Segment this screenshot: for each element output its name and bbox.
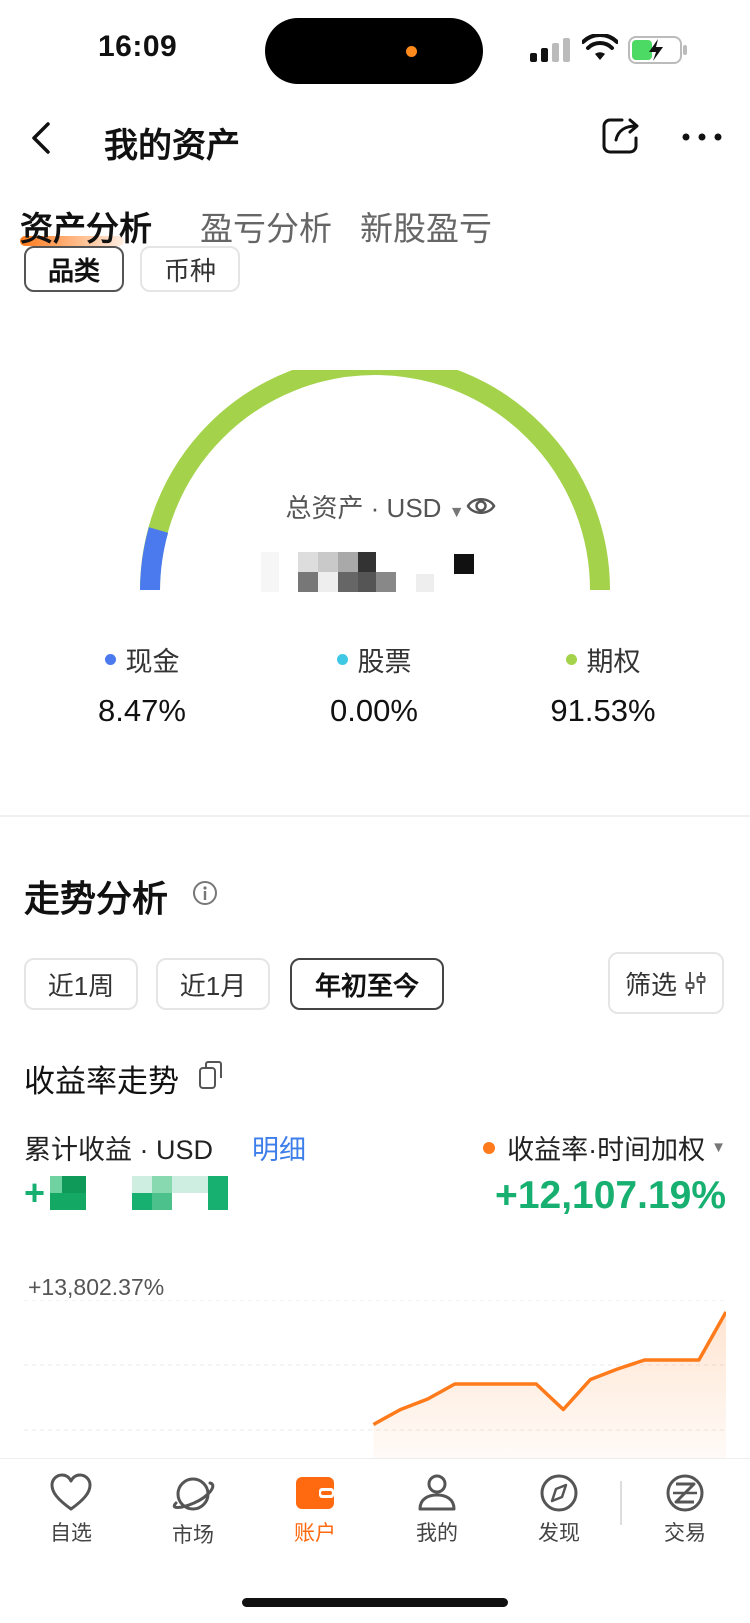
filter-sliders-icon: [685, 972, 706, 994]
copy-icon[interactable]: [198, 1060, 224, 1090]
range-1-week[interactable]: 近1周: [24, 958, 138, 1010]
series-dot: [483, 1141, 496, 1154]
status-time: 16:09: [98, 30, 178, 63]
return-trend-title: 收益率走势: [24, 1064, 179, 1099]
stocks-dot: [336, 654, 348, 665]
dynamic-island: [265, 18, 483, 84]
gauge-cash-arc: [140, 527, 169, 591]
detail-link[interactable]: 明细: [252, 1128, 306, 1167]
range-1-month[interactable]: 近1月: [156, 958, 270, 1010]
recording-indicator: [406, 46, 417, 57]
signal-icon: [530, 38, 570, 62]
masked-total-value: [261, 552, 474, 592]
planet-icon: [172, 1477, 215, 1511]
analysis-tabs: 资产分析 盈亏分析 新股盈亏: [0, 190, 750, 250]
return-trend-chart[interactable]: [24, 1300, 726, 1460]
page-title: 我的资产: [104, 127, 240, 165]
return-rate-value: +12,107.19%: [495, 1174, 726, 1217]
options-dot: [565, 654, 577, 665]
tab-separator: [620, 1481, 622, 1525]
home-indicator: [242, 1598, 508, 1607]
tab-trade[interactable]: 交易: [630, 1473, 740, 1547]
back-icon[interactable]: [22, 114, 62, 162]
filter-button[interactable]: 筛选: [608, 952, 724, 1014]
compass-icon: [540, 1474, 578, 1512]
chart-y-max-label: +13,802.37%: [28, 1274, 165, 1300]
cum-sign: +: [24, 1172, 46, 1213]
share-icon[interactable]: [600, 114, 642, 156]
tab-me[interactable]: 我的: [382, 1473, 492, 1547]
eye-icon[interactable]: [466, 494, 496, 518]
wifi-icon: [582, 34, 618, 60]
segment-category[interactable]: 品类: [24, 246, 124, 292]
tab-discover[interactable]: 发现: [504, 1473, 614, 1547]
masked-value-pixels: [50, 1176, 228, 1210]
battery-charging-icon: [628, 36, 687, 64]
wallet-icon: [296, 1477, 334, 1509]
tab-watchlist[interactable]: 自选: [16, 1473, 126, 1547]
tab-asset-analysis[interactable]: 资产分析: [20, 202, 152, 250]
heart-icon: [50, 1473, 92, 1511]
person-icon: [418, 1474, 456, 1511]
status-bar: 16:09: [0, 0, 750, 100]
legend-stocks: 股票 0.00%: [330, 647, 418, 728]
chart-area-fill: [373, 1312, 726, 1460]
tab-market[interactable]: 市场: [138, 1473, 248, 1549]
tab-ipo-pnl[interactable]: 新股盈亏: [360, 202, 492, 250]
nav-bar: 我的资产: [0, 100, 750, 180]
legend-options: 期权 91.53%: [550, 647, 656, 728]
more-icon[interactable]: [680, 122, 724, 152]
range-ytd[interactable]: 年初至今: [290, 958, 444, 1010]
trend-section-title: 走势分析: [24, 878, 169, 919]
legend-cash: 现金 8.47%: [98, 647, 186, 728]
currency-dropdown-icon[interactable]: ▼: [449, 504, 465, 521]
section-divider: [0, 815, 750, 817]
info-icon[interactable]: [192, 880, 218, 906]
tab-pnl-analysis[interactable]: 盈亏分析: [200, 202, 332, 250]
metric-dropdown-icon: ▼: [711, 1139, 726, 1156]
total-assets-label[interactable]: 总资产 · USD ▼: [0, 488, 750, 525]
tab-account[interactable]: 账户: [260, 1473, 370, 1547]
segment-currency[interactable]: 币种: [140, 246, 240, 292]
trade-icon: [666, 1474, 704, 1512]
cumulative-return-label: 累计收益 · USD: [24, 1135, 213, 1165]
return-metric-selector[interactable]: 收益率·时间加权 ▼: [483, 1128, 726, 1167]
cash-dot: [104, 654, 116, 665]
